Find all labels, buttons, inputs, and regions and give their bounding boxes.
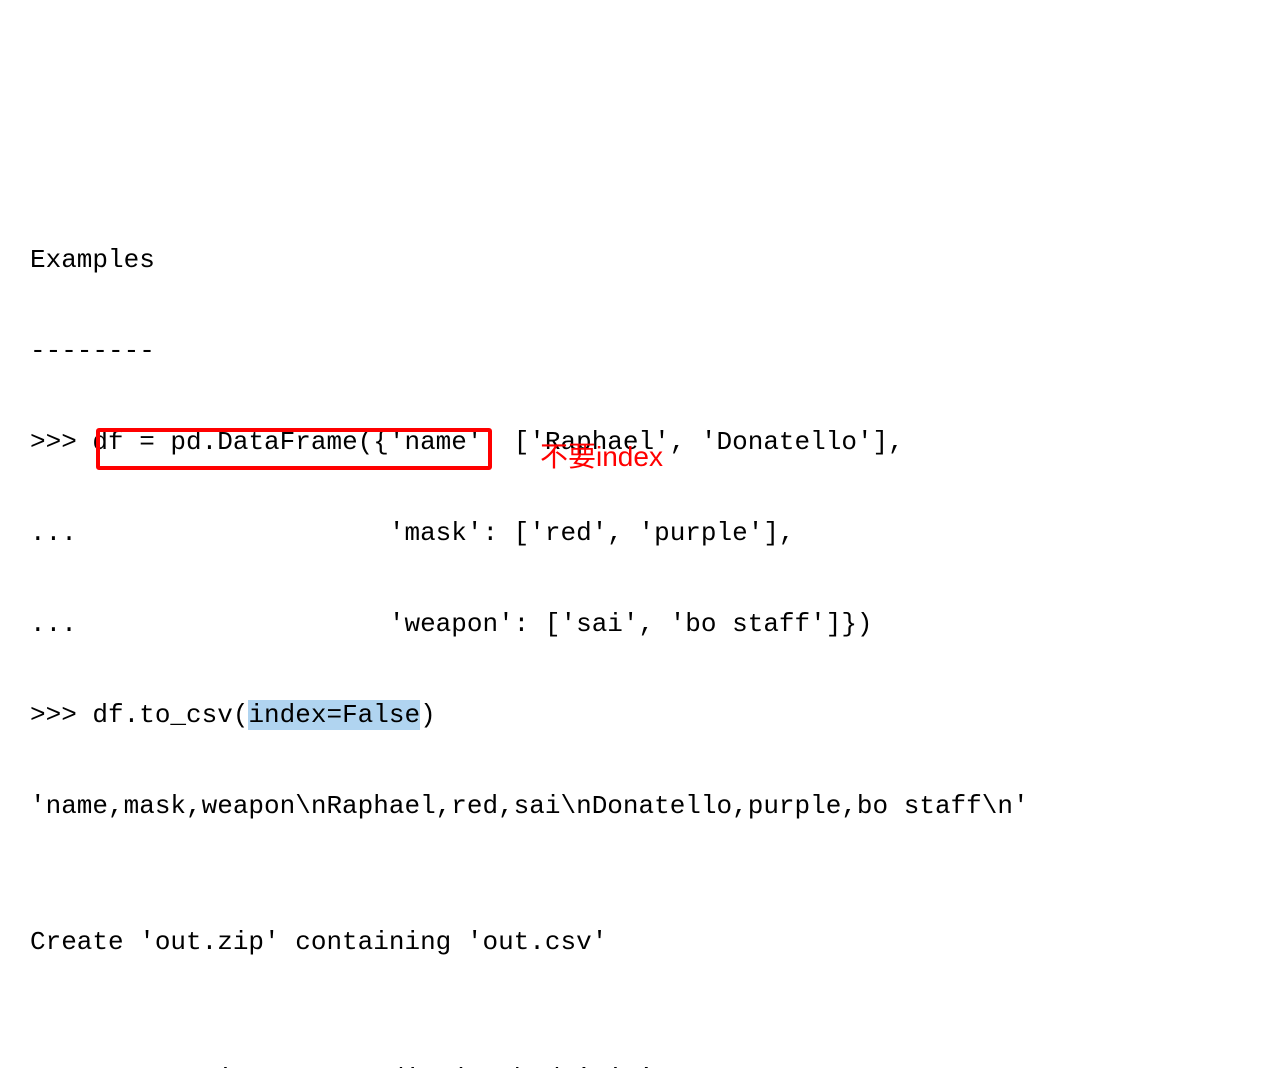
- repl-prompt: >>>: [30, 427, 92, 457]
- continuation-prompt: ...: [30, 518, 389, 548]
- code-example-block: Examples -------- >>> df = pd.DataFrame(…: [30, 192, 1232, 1068]
- code-text: df = pd.DataFrame({'name': ['Raphael', '…: [92, 427, 903, 457]
- code-text-pre: df.to_csv(: [92, 700, 248, 730]
- code-line-4: ... 'mask': ['red', 'purple'],: [30, 511, 1232, 557]
- description-line: Create 'out.zip' containing 'out.csv': [30, 920, 1232, 966]
- code-line-5: ... 'weapon': ['sai', 'bo staff']}): [30, 602, 1232, 648]
- repl-prompt: >>>: [30, 700, 92, 730]
- examples-header: Examples: [30, 238, 1232, 284]
- annotation-text: 不要index: [540, 432, 663, 481]
- code-line-11: >>> compression_opts = dict(method='zip'…: [30, 1057, 1232, 1068]
- code-text-post: ): [420, 700, 436, 730]
- divider-line: --------: [30, 329, 1232, 375]
- output-line: 'name,mask,weapon\nRaphael,red,sai\nDona…: [30, 784, 1232, 830]
- code-text: 'weapon': ['sai', 'bo staff']}): [389, 609, 873, 639]
- repl-prompt: >>>: [30, 1064, 92, 1068]
- continuation-prompt: ...: [30, 609, 389, 639]
- code-text: 'mask': ['red', 'purple'],: [389, 518, 795, 548]
- code-text: compression_opts = dict(method='zip',: [92, 1064, 669, 1068]
- selected-text: index=False: [248, 700, 420, 730]
- code-line-6: >>> df.to_csv(index=False): [30, 693, 1232, 739]
